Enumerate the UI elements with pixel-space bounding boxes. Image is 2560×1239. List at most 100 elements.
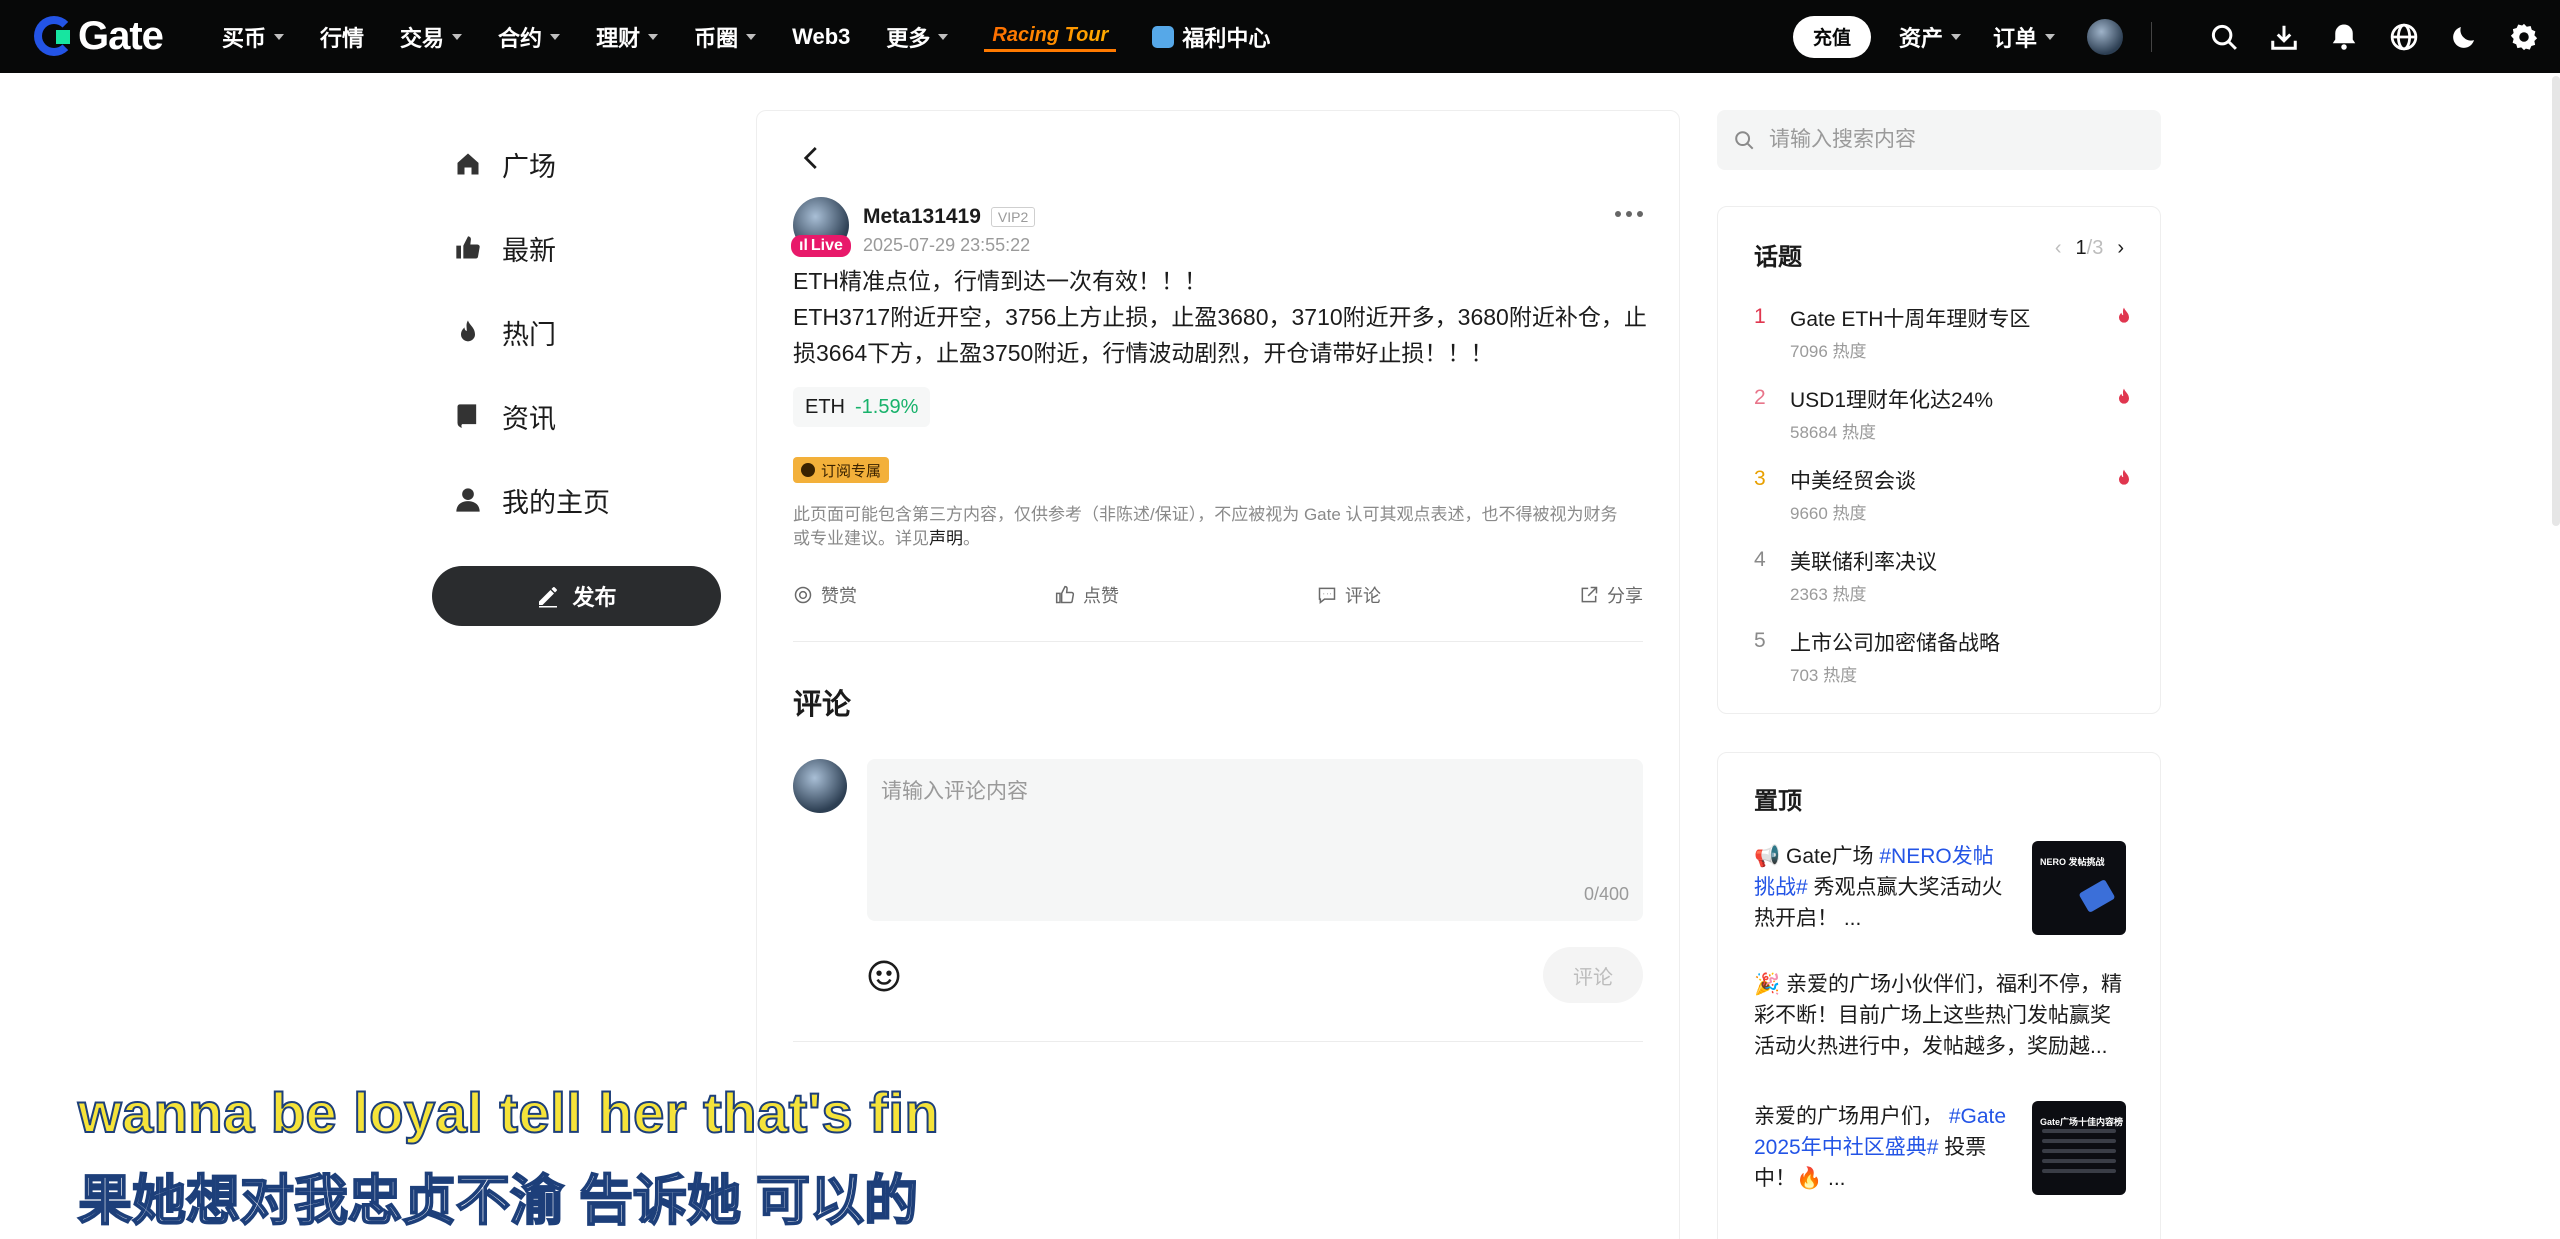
topic-rank: 5 <box>1754 629 1766 652</box>
pager-next-icon[interactable]: › <box>2117 237 2124 260</box>
comment-icon <box>1318 587 1336 605</box>
author-name-row: Meta131419 VIP2 <box>863 205 1036 229</box>
bell-icon[interactable] <box>2328 21 2360 53</box>
search-icon <box>1735 131 1754 150</box>
nav-square[interactable]: 币圈 <box>694 21 757 53</box>
comment-button[interactable]: 评论 <box>1317 582 1381 608</box>
nav-trade[interactable]: 交易 <box>400 21 463 53</box>
coin-change: -1.59% <box>855 395 919 418</box>
sidebar-item-my-page[interactable]: 我的主页 <box>432 458 722 542</box>
current-user-avatar <box>793 759 847 813</box>
sidebar-item-hot[interactable]: 热门 <box>432 290 722 374</box>
nav-more[interactable]: 更多 <box>886 21 949 53</box>
book-icon <box>457 404 477 428</box>
pinned-item-text: 亲爱的广场用户们， #Gate 2025年中社区盛典# 投票中！🔥 ... <box>1754 1105 2007 1190</box>
post-actions: 赞赏 点赞 评论 分享 <box>793 575 1643 615</box>
coin-tag-eth[interactable]: ETH -1.59% <box>793 387 931 427</box>
subscription-badge: 订阅专属 <box>793 457 890 483</box>
disclaimer-text: 此页面可能包含第三方内容，仅供参考（非陈述/保证），不应被视为 Gate 认可其… <box>793 505 1618 548</box>
pinned-card: 置顶 📢 Gate广场 #NERO发帖挑战# 秀观点赢大奖活动火热开启！ ...… <box>1717 752 2161 1239</box>
nav-orders[interactable]: 订单 <box>1993 21 2055 53</box>
nav-divider <box>2151 21 2152 52</box>
reward-button[interactable]: 赞赏 <box>793 582 857 608</box>
thumbs-up-icon <box>1055 585 1075 604</box>
topic-title: Gate ETH十周年理财专区 <box>1790 308 2031 331</box>
post-line-2: ETH3717附近开空，3756上方止损，止盈3680，3710附近开多，368… <box>793 304 1647 366</box>
submit-comment-button[interactable]: 评论 <box>1543 947 1643 1003</box>
more-options-icon[interactable] <box>1615 211 1643 217</box>
fire-icon <box>461 320 475 342</box>
chevron-down-icon <box>452 33 463 40</box>
topic-title: 上市公司加密储备战略 <box>1790 632 2000 655</box>
nav-welfare-center[interactable]: 福利中心 <box>1152 21 1270 53</box>
chevron-down-icon <box>1950 33 1961 40</box>
disclaimer-link[interactable]: 声明 <box>929 529 963 548</box>
live-bars-icon: ıl <box>799 237 808 254</box>
globe-icon[interactable] <box>2388 21 2420 53</box>
home-icon <box>457 153 479 175</box>
topic-item[interactable]: 2 USD1理财年化达24% 58684 热度 <box>1754 384 2134 454</box>
topic-heat: 7096 热度 <box>1790 342 1867 361</box>
chevron-down-icon <box>550 33 561 40</box>
pinned-thumbnail: NERO 发帖挑战 <box>2032 841 2126 935</box>
coin-symbol: ETH <box>805 395 845 418</box>
topics-pager: ‹ 1/3 › <box>2055 237 2124 260</box>
pinned-item[interactable]: 亲爱的广场用户们， #Gate 2025年中社区盛典# 投票中！🔥 ... Ga… <box>1754 1101 2126 1197</box>
chevron-down-icon <box>648 33 659 40</box>
user-avatar[interactable] <box>2087 18 2123 55</box>
back-arrow-icon[interactable] <box>797 143 827 173</box>
post-line-1: ETH精准点位，行情到达一次有效！！！ <box>793 268 1207 294</box>
topic-item[interactable]: 3 中美经贸会谈 9660 热度 <box>1754 465 2134 535</box>
like-button[interactable]: 点赞 <box>1055 582 1119 608</box>
pinned-item-text: 📢 Gate广场 #NERO发帖挑战# 秀观点赢大奖活动火热开启！ ... <box>1754 845 2003 930</box>
topic-heat: 703 热度 <box>1790 666 1858 685</box>
nav-menu: 买币 行情 交易 合约 理财 币圈 Web3 更多 Racing Tour 福利… <box>222 0 1306 73</box>
comment-placeholder: 请输入评论内容 <box>881 780 1028 803</box>
subtitle-chinese: 果她想对我忠贞不渝 告诉她 可以的 <box>77 1170 919 1232</box>
live-badge[interactable]: ıl Live <box>791 235 851 257</box>
topic-rank: 1 <box>1754 305 1766 328</box>
coin-icon <box>794 586 812 604</box>
post-detail-panel: ıl Live Meta131419 VIP2 2025-07-29 23:55:… <box>756 110 1680 1239</box>
nav-earn[interactable]: 理财 <box>596 21 659 53</box>
pinned-item[interactable]: 🎉 亲爱的广场小伙伴们，福利不停，精彩不断！目前广场上这些热门发帖赢奖活动火热进… <box>1754 969 2126 1065</box>
emoji-icon[interactable] <box>867 959 901 993</box>
share-button[interactable]: 分享 <box>1579 582 1643 608</box>
nav-web3[interactable]: Web3 <box>792 24 850 50</box>
nav-right: 充值 资产 订单 <box>1792 0 2540 73</box>
logo-text: Gate <box>78 13 164 58</box>
topic-item[interactable]: 1 Gate ETH十周年理财专区 7096 热度 <box>1754 303 2134 373</box>
topic-item[interactable]: 5 上市公司加密储备战略 703 热度 <box>1754 627 2134 697</box>
author-name[interactable]: Meta131419 <box>863 205 981 229</box>
search-icon[interactable] <box>2208 21 2240 53</box>
topic-title: 美联储利率决议 <box>1790 551 1937 574</box>
comment-input[interactable]: 请输入评论内容 0/400 <box>867 759 1643 921</box>
deposit-button[interactable]: 充值 <box>1792 15 1871 58</box>
topics-title: 话题 <box>1754 244 1802 271</box>
user-icon <box>456 488 480 512</box>
top-navbar: Gate 买币 行情 交易 合约 理财 币圈 Web3 更多 Racing To… <box>0 0 2560 73</box>
moon-icon[interactable] <box>2448 21 2480 53</box>
nav-buy-crypto[interactable]: 买币 <box>222 21 285 53</box>
pinned-thumbnail: Gate广场十佳内容榜 <box>2032 1101 2126 1195</box>
nav-assets[interactable]: 资产 <box>1899 21 1961 53</box>
pinned-item[interactable]: 📢 Gate广场 #NERO发帖挑战# 秀观点赢大奖活动火热开启！ ... NE… <box>1754 841 2126 937</box>
sidebar-item-square[interactable]: 广场 <box>432 122 722 206</box>
nav-racing-tour[interactable]: Racing Tour <box>984 22 1117 52</box>
chevron-down-icon <box>938 33 949 40</box>
page-scrollbar[interactable] <box>2552 76 2560 526</box>
gate-logo[interactable]: Gate <box>34 13 164 58</box>
publish-button[interactable]: 发布 <box>432 566 721 626</box>
nav-markets[interactable]: 行情 <box>320 21 364 53</box>
sidebar-item-latest[interactable]: 最新 <box>432 206 722 290</box>
download-icon[interactable] <box>2268 21 2300 53</box>
lock-icon <box>801 463 815 477</box>
gate-logo-icon <box>34 16 74 56</box>
sidebar-item-news[interactable]: 资讯 <box>432 374 722 458</box>
fire-icon <box>2119 388 2129 404</box>
gear-icon[interactable] <box>2508 21 2540 53</box>
topic-item[interactable]: 4 美联储利率决议 2363 热度 <box>1754 546 2134 616</box>
nav-futures[interactable]: 合约 <box>498 21 561 53</box>
pager-prev-icon[interactable]: ‹ <box>2055 237 2062 260</box>
search-input[interactable] <box>1769 128 2129 152</box>
